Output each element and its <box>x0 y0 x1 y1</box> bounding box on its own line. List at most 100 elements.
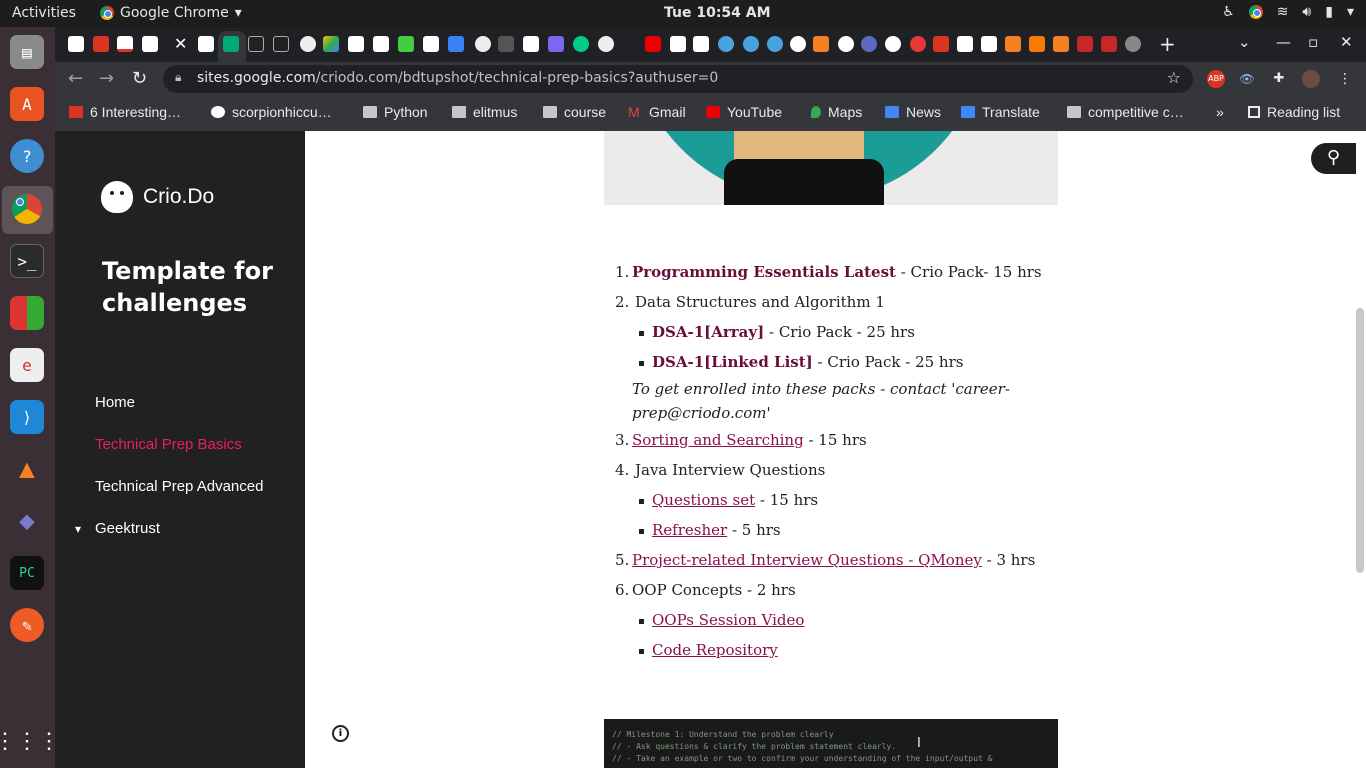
activities-button[interactable]: Activities <box>12 5 76 21</box>
tab-favicon-icon[interactable] <box>718 36 734 52</box>
gmail-tab-icon[interactable] <box>117 36 133 52</box>
tab-favicon-icon[interactable] <box>475 36 491 52</box>
reload-button[interactable]: ↻ <box>132 68 147 89</box>
resource-link[interactable]: Project-related Interview Questions - QM… <box>632 551 982 569</box>
stackoverflow-tab-icon[interactable] <box>1053 36 1069 52</box>
eye-extension-icon[interactable]: 👁︎ <box>1238 70 1256 88</box>
resource-link[interactable]: DSA-1[Linked List] <box>652 353 813 371</box>
terminal-icon[interactable]: >_ <box>10 244 44 278</box>
google-tab-icon[interactable] <box>838 36 854 52</box>
search-icon[interactable]: ⚲ <box>1311 143 1356 174</box>
youtube-tab-icon[interactable] <box>645 36 661 52</box>
tab-favicon-icon[interactable] <box>348 36 364 52</box>
diamond-app-icon[interactable]: ◆ <box>10 504 44 538</box>
tab-favicon-icon[interactable] <box>861 36 877 52</box>
tab-favicon-icon[interactable] <box>743 36 759 52</box>
show-apps-icon[interactable]: ⋮⋮⋮ <box>0 724 60 758</box>
tab-favicon-icon[interactable] <box>573 36 589 52</box>
stackoverflow-tab-icon[interactable] <box>813 36 829 52</box>
tab-favicon-icon[interactable] <box>523 36 539 52</box>
forward-button[interactable]: → <box>99 68 114 89</box>
menu-icon[interactable]: ⋮ <box>1336 70 1354 88</box>
bookmark-item[interactable]: YouTube <box>706 104 782 120</box>
tab-favicon-icon[interactable] <box>1077 36 1093 52</box>
software-center-icon[interactable]: A <box>10 87 44 121</box>
tab-favicon-icon[interactable] <box>767 36 783 52</box>
help-icon[interactable]: ? <box>10 139 44 173</box>
tab-favicon-icon[interactable] <box>273 36 289 52</box>
resource-link[interactable]: Programming Essentials Latest <box>632 263 896 281</box>
close-window-button[interactable]: ✕ <box>1340 33 1353 51</box>
resource-link[interactable]: Questions set <box>652 491 755 509</box>
tab-favicon-icon[interactable] <box>670 36 686 52</box>
clock[interactable]: Tue 10:54 AM <box>664 5 771 21</box>
tab-favicon-icon[interactable] <box>68 36 84 52</box>
tab-favicon-icon[interactable] <box>398 36 414 52</box>
info-icon[interactable]: i <box>332 725 349 742</box>
resource-link[interactable]: Sorting and Searching <box>632 431 804 449</box>
bookmark-item[interactable]: Translate <box>961 104 1040 120</box>
tab-favicon-icon[interactable] <box>1029 36 1045 52</box>
tab-favicon-icon[interactable] <box>1101 36 1117 52</box>
resource-link[interactable]: Refresher <box>652 521 727 539</box>
vscode-icon[interactable]: ⟩ <box>10 400 44 434</box>
files-icon[interactable]: ▤ <box>10 35 44 69</box>
bookmark-item[interactable]: M Gmail <box>628 104 686 120</box>
new-tab-button[interactable]: + <box>1159 32 1176 56</box>
vlc-icon[interactable]: ▲ <box>10 452 44 486</box>
resource-link[interactable]: OOPs Session Video <box>652 611 804 629</box>
tab-favicon-icon[interactable] <box>300 36 316 52</box>
tab-favicon-icon[interactable] <box>373 36 389 52</box>
bookmark-item[interactable]: scorpionhiccu… <box>211 104 332 120</box>
app-grid-tool-icon[interactable] <box>10 296 44 330</box>
minimize-button[interactable]: — <box>1276 33 1291 51</box>
address-bar[interactable]: 🔒︎ sites.google.com/criodo.com/bdtupshot… <box>163 65 1193 93</box>
site-title[interactable]: Template for challenges <box>102 255 282 319</box>
reading-list-button[interactable]: Reading list <box>1248 104 1340 120</box>
maximize-button[interactable]: ▫ <box>1308 33 1318 51</box>
bookmark-folder[interactable]: competitive c… <box>1067 104 1184 120</box>
tab-favicon-icon[interactable] <box>198 36 214 52</box>
bookmark-folder[interactable]: course <box>543 104 606 120</box>
tab-favicon-icon[interactable] <box>93 36 109 52</box>
nav-technical-prep-basics[interactable]: Technical Prep Basics <box>95 436 242 453</box>
profile-avatar[interactable] <box>1302 70 1320 88</box>
nav-technical-prep-advanced[interactable]: Technical Prep Advanced <box>95 478 263 495</box>
tab-search-icon[interactable]: ⌄ <box>1238 33 1251 51</box>
google-tab-icon[interactable] <box>885 36 901 52</box>
tab-favicon-icon[interactable] <box>548 36 564 52</box>
resource-link[interactable]: DSA-1[Array] <box>652 323 764 341</box>
tab-favicon-icon[interactable] <box>423 36 439 52</box>
tab-favicon-icon[interactable] <box>1125 36 1141 52</box>
chevron-down-icon[interactable]: ▾ <box>75 522 81 536</box>
tab-favicon-icon[interactable] <box>981 36 997 52</box>
lock-icon[interactable]: 🔒︎ <box>175 70 181 85</box>
pycharm-icon[interactable]: PC <box>10 556 44 590</box>
scrollbar[interactable] <box>1356 308 1364 573</box>
tab-favicon-icon[interactable] <box>223 36 239 52</box>
adblock-icon[interactable]: ABP <box>1207 70 1225 88</box>
tab-favicon-icon[interactable] <box>448 36 464 52</box>
postman-icon[interactable]: ✎ <box>10 608 44 642</box>
nav-geektrust[interactable]: Geektrust <box>95 520 160 537</box>
google-tab-icon[interactable] <box>790 36 806 52</box>
site-logo[interactable]: Crio.Do <box>101 181 214 213</box>
extensions-icon[interactable]: ✚ <box>1270 70 1288 88</box>
tab-favicon-icon[interactable] <box>693 36 709 52</box>
app-menu[interactable]: Google Chrome ▾ <box>100 5 242 21</box>
tab-favicon-icon[interactable] <box>498 36 514 52</box>
close-tab-icon[interactable]: ✕ <box>174 34 187 53</box>
nav-home[interactable]: Home <box>95 394 135 411</box>
tab-favicon-icon[interactable] <box>248 36 264 52</box>
notion-tab-icon[interactable] <box>957 36 973 52</box>
resource-link[interactable]: Code Repository <box>652 641 778 659</box>
bookmark-item[interactable]: 6 Interesting… <box>69 104 181 120</box>
bookmark-folder[interactable]: elitmus <box>452 104 517 120</box>
bookmark-folder[interactable]: Python <box>363 104 428 120</box>
chrome-tray-icon[interactable] <box>1248 5 1263 19</box>
tab-favicon-icon[interactable] <box>598 36 614 52</box>
tab-favicon-icon[interactable] <box>910 36 926 52</box>
more-bookmarks-icon[interactable]: » <box>1216 104 1224 120</box>
stackoverflow-tab-icon[interactable] <box>1005 36 1021 52</box>
tab-favicon-icon[interactable] <box>142 36 158 52</box>
